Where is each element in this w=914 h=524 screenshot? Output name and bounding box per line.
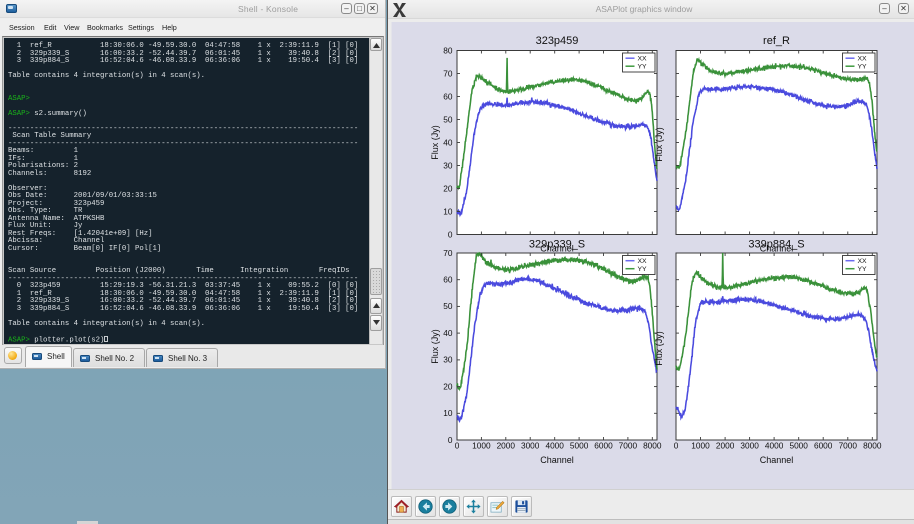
svg-text:20: 20 [443,183,453,193]
svg-text:8000: 8000 [863,441,882,451]
svg-text:YY: YY [858,64,868,71]
svg-text:7000: 7000 [839,441,858,451]
svg-text:XX: XX [638,56,648,63]
svg-text:0: 0 [674,441,679,451]
svg-text:50: 50 [443,301,453,311]
svg-text:Flux (Jy): Flux (Jy) [430,329,440,364]
svg-text:50: 50 [443,114,453,124]
svg-text:4000: 4000 [545,441,564,451]
svg-text:60: 60 [443,275,453,285]
svg-text:Channel: Channel [540,455,574,465]
svg-text:ref_R: ref_R [763,35,790,47]
svg-text:8000: 8000 [643,441,662,451]
svg-text:7000: 7000 [619,441,638,451]
svg-text:3000: 3000 [521,441,540,451]
svg-text:80: 80 [443,45,453,55]
svg-text:4000: 4000 [765,441,784,451]
svg-text:2000: 2000 [716,441,735,451]
svg-text:XX: XX [638,258,648,265]
svg-text:329p339_S: 329p339_S [529,239,585,251]
svg-text:10: 10 [443,206,453,216]
svg-text:40: 40 [443,137,453,147]
svg-text:30: 30 [443,355,453,365]
svg-text:339p884_S: 339p884_S [748,239,804,251]
svg-text:60: 60 [443,91,453,101]
svg-text:XX: XX [858,56,868,63]
svg-text:2000: 2000 [497,441,516,451]
svg-text:YY: YY [638,64,648,71]
svg-text:10: 10 [443,408,453,418]
svg-text:Channel: Channel [760,455,794,465]
svg-text:30: 30 [443,160,453,170]
svg-text:0: 0 [455,441,460,451]
svg-text:XX: XX [858,258,868,265]
svg-text:70: 70 [443,248,453,258]
svg-text:1000: 1000 [472,441,491,451]
svg-text:6000: 6000 [814,441,833,451]
svg-text:20: 20 [443,381,453,391]
svg-text:Flux (Jy): Flux (Jy) [654,331,664,366]
svg-text:1000: 1000 [691,441,710,451]
svg-text:70: 70 [443,68,453,78]
svg-text:40: 40 [443,328,453,338]
svg-text:323p459: 323p459 [536,35,579,47]
svg-text:0: 0 [448,229,453,239]
svg-text:5000: 5000 [789,441,808,451]
svg-text:Flux (Jy): Flux (Jy) [654,127,664,162]
svg-text:YY: YY [638,266,648,273]
svg-text:0: 0 [448,435,453,445]
svg-text:Flux (Jy): Flux (Jy) [430,125,440,160]
svg-text:5000: 5000 [570,441,589,451]
svg-text:3000: 3000 [740,441,759,451]
svg-text:6000: 6000 [594,441,613,451]
svg-text:YY: YY [858,266,868,273]
